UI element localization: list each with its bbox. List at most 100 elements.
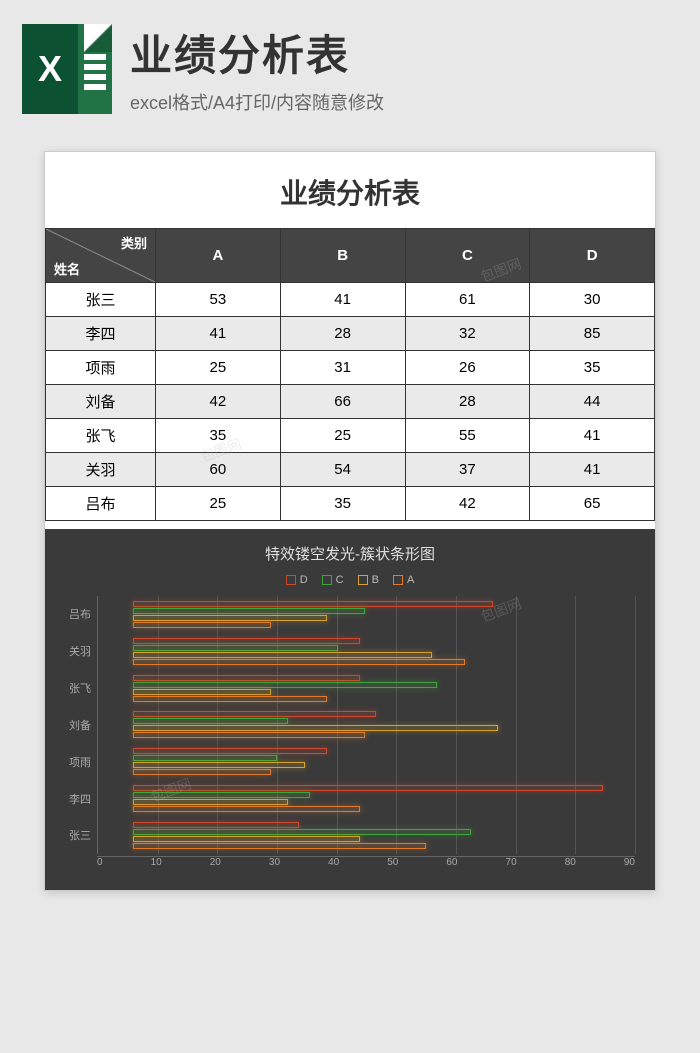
chart-bars — [97, 596, 635, 854]
diagonal-header: 类别 姓名 — [46, 229, 156, 283]
row-name: 吕布 — [46, 487, 156, 521]
row-name: 刘备 — [46, 385, 156, 419]
bar — [133, 829, 471, 835]
bar — [133, 682, 437, 688]
row-name: 张三 — [46, 283, 156, 317]
cell: 53 — [156, 283, 281, 317]
table-row: 项雨25312635 — [46, 351, 655, 385]
bar — [133, 843, 426, 849]
cell: 41 — [530, 419, 655, 453]
y-tick: 项雨 — [61, 754, 91, 770]
column-header: C — [405, 229, 530, 283]
bar — [133, 659, 465, 665]
x-tick: 60 — [446, 857, 457, 876]
chart-title: 特效镂空发光-簇状条形图 — [55, 543, 645, 564]
row-name: 李四 — [46, 317, 156, 351]
cell: 31 — [280, 351, 405, 385]
table-row: 关羽60543741 — [46, 453, 655, 487]
cell: 66 — [280, 385, 405, 419]
sheet-title: 业绩分析表 — [45, 152, 655, 228]
bar — [133, 696, 327, 702]
cell: 25 — [156, 487, 281, 521]
bar — [133, 608, 365, 614]
cell: 35 — [280, 487, 405, 521]
legend-item: B — [358, 574, 379, 586]
cell: 41 — [280, 283, 405, 317]
bar-group — [133, 709, 631, 742]
bar — [133, 755, 277, 761]
y-tick: 张飞 — [61, 680, 91, 696]
bar-group — [133, 782, 631, 815]
cell: 54 — [280, 453, 405, 487]
cell: 25 — [156, 351, 281, 385]
bar — [133, 638, 360, 644]
spreadsheet-area: 业绩分析表 类别 姓名 A B C D 张三53416130李四41283285… — [44, 151, 656, 891]
table-row: 张飞35255541 — [46, 419, 655, 453]
row-name: 关羽 — [46, 453, 156, 487]
bar-group — [133, 819, 631, 852]
legend-item: A — [393, 574, 414, 586]
cell: 41 — [156, 317, 281, 351]
bar — [133, 806, 360, 812]
header-category: 类别 — [121, 233, 147, 252]
bar — [133, 622, 271, 628]
chart-legend: DCBA — [55, 574, 645, 586]
cell: 41 — [530, 453, 655, 487]
bar — [133, 792, 310, 798]
y-tick: 张三 — [61, 827, 91, 843]
bar — [133, 769, 271, 775]
row-name: 项雨 — [46, 351, 156, 385]
cell: 61 — [405, 283, 530, 317]
x-tick: 80 — [565, 857, 576, 876]
cell: 42 — [405, 487, 530, 521]
data-table: 类别 姓名 A B C D 张三53416130李四41283285项雨2531… — [45, 228, 655, 521]
y-tick: 刘备 — [61, 717, 91, 733]
legend-item: C — [322, 574, 344, 586]
cell: 55 — [405, 419, 530, 453]
x-tick: 40 — [328, 857, 339, 876]
legend-item: D — [286, 574, 308, 586]
table-row: 李四41283285 — [46, 317, 655, 351]
cell: 28 — [280, 317, 405, 351]
column-header: D — [530, 229, 655, 283]
cell: 85 — [530, 317, 655, 351]
y-tick: 吕布 — [61, 606, 91, 622]
table-row: 刘备42662844 — [46, 385, 655, 419]
cell: 32 — [405, 317, 530, 351]
bar-group — [133, 672, 631, 705]
page-subtitle: excel格式/A4打印/内容随意修改 — [130, 89, 678, 115]
bar — [133, 799, 288, 805]
bar — [133, 645, 338, 651]
bar — [133, 675, 360, 681]
header: X 业绩分析表 excel格式/A4打印/内容随意修改 — [0, 0, 700, 137]
bar — [133, 785, 603, 791]
x-tick: 70 — [506, 857, 517, 876]
cell: 44 — [530, 385, 655, 419]
cell: 28 — [405, 385, 530, 419]
x-tick: 50 — [387, 857, 398, 876]
cell: 35 — [530, 351, 655, 385]
cell: 25 — [280, 419, 405, 453]
y-tick: 关羽 — [61, 643, 91, 659]
cell: 35 — [156, 419, 281, 453]
cell: 30 — [530, 283, 655, 317]
table-row: 吕布25354265 — [46, 487, 655, 521]
page-title: 业绩分析表 — [130, 22, 678, 83]
x-axis: 0102030405060708090 — [97, 856, 635, 876]
table-row: 张三53416130 — [46, 283, 655, 317]
bar — [133, 822, 299, 828]
bar — [133, 711, 376, 717]
bar — [133, 725, 498, 731]
cell: 65 — [530, 487, 655, 521]
bar — [133, 652, 432, 658]
bar — [133, 718, 288, 724]
x-tick: 30 — [269, 857, 280, 876]
bar-group — [133, 598, 631, 631]
x-tick: 20 — [210, 857, 221, 876]
row-name: 张飞 — [46, 419, 156, 453]
x-tick: 90 — [624, 857, 635, 876]
bar — [133, 689, 271, 695]
bar — [133, 748, 327, 754]
chart-plot: 吕布关羽张飞刘备项雨李四张三 0102030405060708090 — [61, 596, 639, 876]
column-header: A — [156, 229, 281, 283]
